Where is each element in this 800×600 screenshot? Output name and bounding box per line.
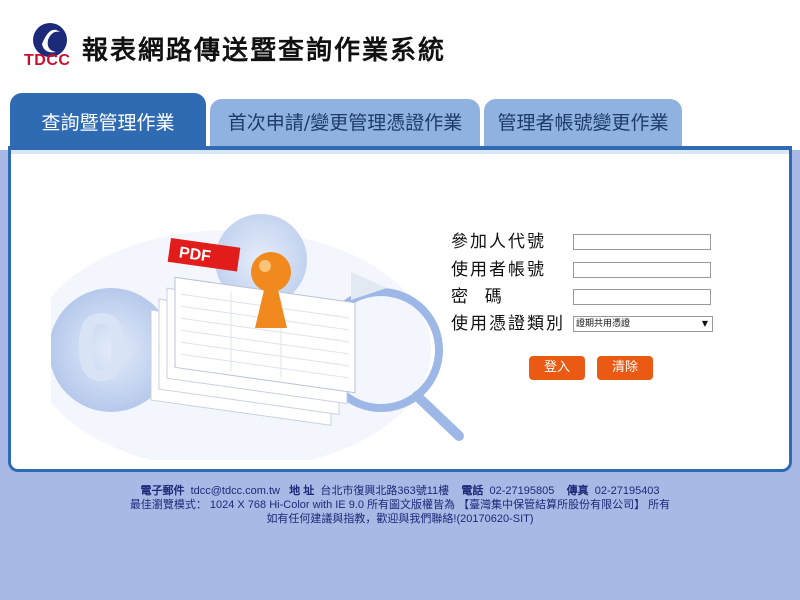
- panel-top-strip: [11, 150, 789, 154]
- tab-certificate-application[interactable]: 首次申請/變更管理憑證作業: [210, 99, 480, 147]
- cert-type-label: 使用憑證類別: [451, 314, 565, 334]
- footer-contact-line: 電子郵件 tdcc@tdcc.com.tw 地 址 台北市復興北路363號11樓…: [0, 484, 800, 498]
- fax-value: 02-27195403: [594, 485, 660, 497]
- phone-value: 02-27195805: [489, 485, 555, 497]
- login-button[interactable]: 登入: [529, 356, 585, 380]
- email-label: 電子郵件: [140, 485, 185, 497]
- tab-query-management[interactable]: 查詢暨管理作業: [10, 93, 206, 149]
- login-panel: 0 PDF 參加人代號 使用者帳號 密 碼 使用憑證類別 證期共用憑證 ▼ 登入…: [8, 146, 792, 472]
- phone-label: 電話: [461, 485, 484, 497]
- svg-text:0: 0: [75, 294, 128, 401]
- participant-id-input[interactable]: [573, 234, 711, 250]
- user-account-input[interactable]: [573, 262, 711, 278]
- cert-type-selected: 證期共用憑證: [576, 319, 631, 329]
- email-link[interactable]: tdcc@tdcc.com.tw: [191, 485, 280, 497]
- header: TDCC 報表網路傳送暨查詢作業系統 查詢暨管理作業 首次申請/變更管理憑證作業…: [0, 0, 800, 150]
- footer-browser-note: 最佳瀏覽模式： 1024 X 768 Hi-Color with IE 9.0 …: [129, 499, 671, 511]
- logo-text: TDCC: [24, 52, 71, 69]
- fax-label: 傳真: [566, 485, 589, 497]
- clear-button[interactable]: 清除: [597, 356, 653, 380]
- document-search-illustration: 0 PDF: [51, 214, 464, 460]
- password-label: 密 碼: [451, 287, 504, 307]
- address-value: 台北市復興北路363號11樓: [320, 485, 450, 497]
- participant-id-label: 參加人代號: [451, 232, 546, 252]
- footer-feedback-note: 如有任何建議與指教，歡迎與我們聯絡!(20170620-SIT): [266, 513, 534, 525]
- footer: 電子郵件 tdcc@tdcc.com.tw 地 址 台北市復興北路363號11樓…: [0, 484, 800, 526]
- dropdown-arrow-icon: ▼: [701, 319, 708, 328]
- password-input[interactable]: [573, 289, 711, 305]
- address-label: 地 址: [289, 485, 315, 497]
- app-title: 報表網路傳送暨查詢作業系統: [82, 36, 447, 66]
- tab-admin-account[interactable]: 管理者帳號變更作業: [484, 99, 682, 147]
- user-account-label: 使用者帳號: [451, 260, 546, 280]
- cert-type-select[interactable]: 證期共用憑證 ▼: [573, 316, 713, 332]
